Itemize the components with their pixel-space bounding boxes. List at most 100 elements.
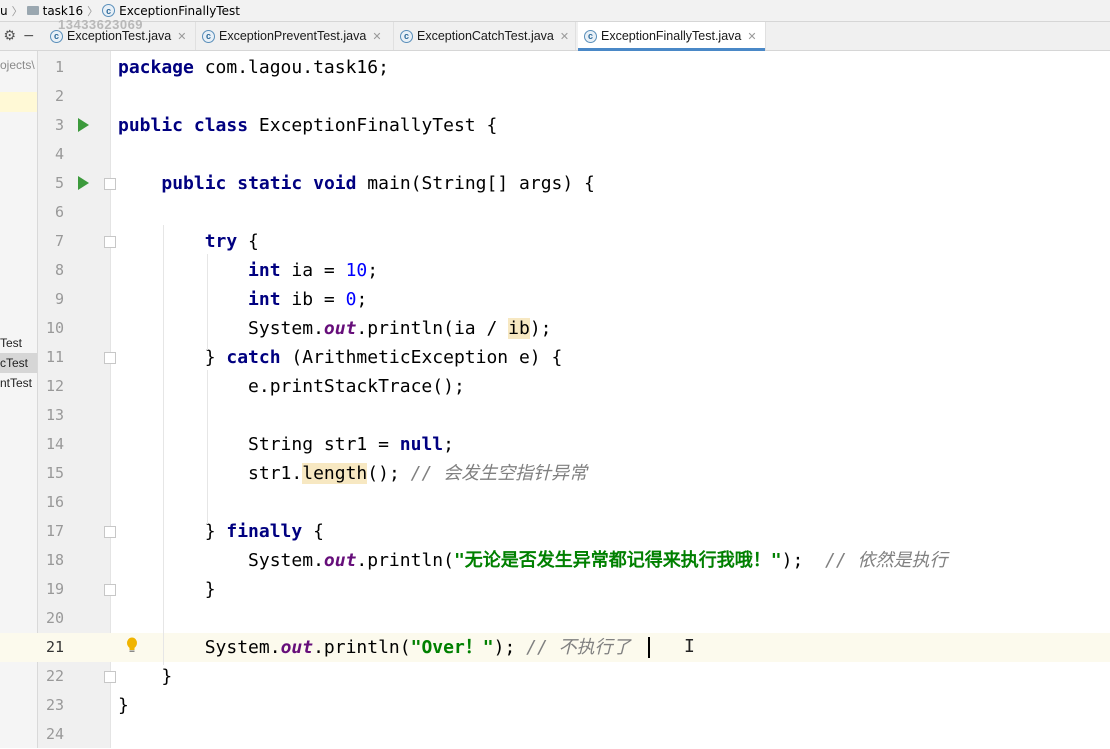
close-icon[interactable]: ✕ bbox=[560, 30, 569, 43]
code-line[interactable]: 1 package com.lagou.task16; bbox=[0, 53, 1110, 82]
code-text[interactable]: } finally { bbox=[118, 517, 324, 546]
breadcrumb-folder[interactable]: task16 bbox=[26, 3, 84, 18]
code-line[interactable]: 22 } bbox=[0, 662, 1110, 691]
code-line[interactable]: 19 } bbox=[0, 575, 1110, 604]
code-text[interactable]: String str1 = null; bbox=[118, 430, 454, 459]
line-number: 7 bbox=[54, 232, 64, 250]
code-text[interactable]: int ib = 0; bbox=[118, 285, 367, 314]
code-token: // 会发生空指针异常 bbox=[410, 463, 588, 484]
lightbulb-icon[interactable] bbox=[126, 637, 137, 653]
code-token: ExceptionFinallyTest { bbox=[248, 115, 498, 136]
code-line[interactable]: 13 bbox=[0, 401, 1110, 430]
fold-icon[interactable] bbox=[104, 236, 116, 248]
code-token: } bbox=[118, 347, 227, 368]
code-line[interactable]: 20 bbox=[0, 604, 1110, 633]
code-text[interactable]: } catch (ArithmeticException e) { bbox=[118, 343, 563, 372]
code-text[interactable]: try { bbox=[118, 227, 259, 256]
code-line[interactable]: 23} bbox=[0, 691, 1110, 720]
line-number: 11 bbox=[45, 348, 64, 366]
line-number: 18 bbox=[45, 551, 64, 569]
java-class-icon: c bbox=[400, 29, 413, 43]
line-number: 22 bbox=[45, 667, 64, 685]
run-icon[interactable] bbox=[78, 176, 89, 190]
close-icon[interactable]: ✕ bbox=[177, 30, 186, 43]
code-token: "无论是否发生异常都记得来执行我哦！" bbox=[453, 550, 782, 571]
line-number: 20 bbox=[45, 609, 64, 627]
line-number: 14 bbox=[45, 435, 64, 453]
code-token: ; bbox=[356, 289, 368, 310]
code-text[interactable]: } bbox=[118, 575, 216, 604]
code-text[interactable]: e.printStackTrace(); bbox=[118, 372, 465, 401]
code-line[interactable]: 17 } finally { bbox=[0, 517, 1110, 546]
tab-exception-finally-test[interactable]: c ExceptionFinallyTest.java ✕ bbox=[578, 22, 766, 51]
code-line[interactable]: 12 e.printStackTrace(); bbox=[0, 372, 1110, 401]
code-token: .println(ia / bbox=[356, 318, 509, 339]
code-token: ); bbox=[781, 550, 826, 571]
code-token: static bbox=[237, 173, 303, 194]
code-text[interactable]: str1.length(); // 会发生空指针异常 bbox=[118, 459, 587, 488]
text-caret bbox=[648, 637, 650, 658]
fold-icon[interactable] bbox=[104, 352, 116, 364]
code-line[interactable]: 15 str1.length(); // 会发生空指针异常 bbox=[0, 459, 1110, 488]
run-icon[interactable] bbox=[78, 118, 89, 132]
code-token: String str1 = bbox=[118, 434, 400, 455]
fold-icon[interactable] bbox=[104, 584, 116, 596]
settings-icon[interactable]: ⚙ bbox=[3, 28, 16, 44]
tab-exception-catch-test[interactable]: c ExceptionCatchTest.java ✕ bbox=[396, 22, 576, 50]
line-number: 21 bbox=[45, 638, 64, 656]
code-token: ib bbox=[508, 318, 530, 339]
code-line[interactable]: 11 } catch (ArithmeticException e) { bbox=[0, 343, 1110, 372]
line-number: 10 bbox=[45, 319, 64, 337]
line-number: 12 bbox=[45, 377, 64, 395]
code-line[interactable]: 21 System.out.println("Over！"); // 不执行了 bbox=[0, 633, 1110, 662]
code-token: { bbox=[302, 521, 324, 542]
code-line[interactable]: 5 public static void main(String[] args)… bbox=[0, 169, 1110, 198]
code-line[interactable]: 18 System.out.println("无论是否发生异常都记得来执行我哦！… bbox=[0, 546, 1110, 575]
code-token: ib = bbox=[280, 289, 346, 310]
code-text[interactable]: package com.lagou.task16; bbox=[118, 53, 389, 82]
code-token: } bbox=[118, 666, 173, 687]
code-text[interactable]: int ia = 10; bbox=[118, 256, 378, 285]
code-text[interactable]: System.out.println("Over！"); // 不执行了 bbox=[118, 633, 631, 662]
breadcrumb-file[interactable]: c ExceptionFinallyTest bbox=[102, 4, 240, 18]
code-line[interactable]: 8 int ia = 10; bbox=[0, 256, 1110, 285]
code-line[interactable]: 9 int ib = 0; bbox=[0, 285, 1110, 314]
code-line[interactable]: 2 bbox=[0, 82, 1110, 111]
code-token: // 不执行了 bbox=[526, 637, 631, 658]
code-line[interactable]: 7 try { bbox=[0, 227, 1110, 256]
code-text[interactable]: System.out.println(ia / ib); bbox=[118, 314, 552, 343]
code-token: .println( bbox=[356, 550, 454, 571]
code-text[interactable]: System.out.println("无论是否发生异常都记得来执行我哦！");… bbox=[118, 546, 948, 575]
code-token: int bbox=[248, 289, 281, 310]
code-text[interactable]: public class ExceptionFinallyTest { bbox=[118, 111, 497, 140]
code-text[interactable]: } bbox=[118, 691, 129, 720]
code-token: finally bbox=[226, 521, 303, 542]
fold-icon[interactable] bbox=[104, 526, 116, 538]
code-token: (); bbox=[367, 463, 411, 484]
code-line[interactable]: 6 bbox=[0, 198, 1110, 227]
code-text[interactable]: } bbox=[118, 662, 172, 691]
code-line[interactable]: 3 public class ExceptionFinallyTest { bbox=[0, 111, 1110, 140]
close-icon[interactable]: ✕ bbox=[747, 30, 756, 43]
minimize-icon[interactable]: − bbox=[23, 28, 35, 44]
breadcrumb-root[interactable]: u bbox=[0, 4, 8, 18]
code-token: out bbox=[323, 550, 357, 571]
fold-icon[interactable] bbox=[104, 178, 116, 190]
code-line[interactable]: 4 bbox=[0, 140, 1110, 169]
tab-exception-prevent-test[interactable]: c ExceptionPreventTest.java ✕ bbox=[198, 22, 394, 50]
code-line[interactable]: 16 bbox=[0, 488, 1110, 517]
code-line[interactable]: 14 String str1 = null; bbox=[0, 430, 1110, 459]
fold-icon[interactable] bbox=[104, 671, 116, 683]
breadcrumb-folder-label: task16 bbox=[42, 3, 84, 18]
line-number: 6 bbox=[54, 203, 64, 221]
code-text[interactable]: public static void main(String[] args) { bbox=[118, 169, 595, 198]
close-icon[interactable]: ✕ bbox=[372, 30, 381, 43]
code-token: System. bbox=[118, 637, 281, 658]
code-token: out bbox=[323, 318, 357, 339]
code-line[interactable]: 10 System.out.println(ia / ib); bbox=[0, 314, 1110, 343]
code-token: { bbox=[237, 231, 259, 252]
line-number: 15 bbox=[45, 464, 64, 482]
code-line[interactable]: 24 bbox=[0, 720, 1110, 749]
